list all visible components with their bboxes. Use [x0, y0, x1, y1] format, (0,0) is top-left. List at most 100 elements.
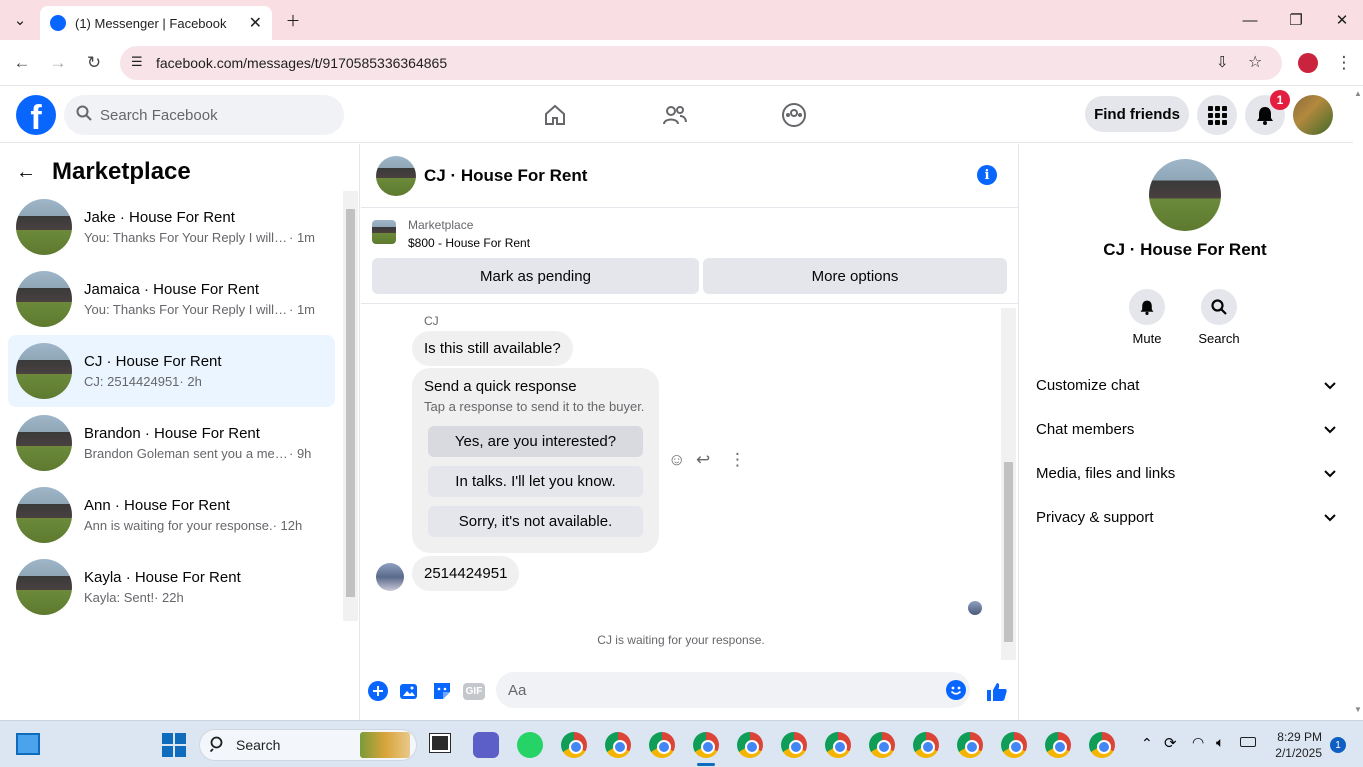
chrome-profile-icon[interactable]	[957, 732, 983, 758]
chrome-profile-icon[interactable]	[913, 732, 939, 758]
back-icon[interactable]: ←	[9, 50, 35, 76]
sender-avatar[interactable]	[376, 563, 404, 591]
taskbar-clock[interactable]: 8:29 PM 2/1/2025	[1270, 729, 1322, 761]
notification-count-badge[interactable]: 1	[1330, 737, 1346, 753]
search-in-conversation-button[interactable]: Search	[1189, 289, 1249, 346]
chrome-profile-icon[interactable]	[1001, 732, 1027, 758]
facebook-header: f Search Facebook Find friends 1	[0, 87, 1353, 143]
chat-members-section[interactable]: Chat members	[1036, 407, 1336, 451]
volume-icon[interactable]: 🔈︎	[1216, 734, 1224, 751]
chat-title[interactable]: CJ · House For Rent	[424, 166, 587, 186]
more-options-button[interactable]: More options	[703, 258, 1007, 294]
privacy-support-section[interactable]: Privacy & support	[1036, 495, 1336, 539]
page-scrollbar[interactable]: ▲ ▼	[1353, 87, 1363, 720]
scrollbar-thumb[interactable]	[1004, 462, 1013, 642]
new-tab-icon[interactable]: ＋	[270, 0, 316, 40]
groups-icon[interactable]	[778, 99, 810, 131]
conversation-preview: CJ: 2514424951	[84, 374, 180, 389]
search-icon	[76, 105, 92, 125]
wifi-icon[interactable]: ◠	[1192, 734, 1204, 751]
message-composer: GIF Aa	[361, 670, 1019, 714]
widgets-icon[interactable]	[16, 733, 40, 755]
like-thumbs-up-icon[interactable]	[985, 680, 1009, 704]
plus-icon[interactable]	[367, 680, 389, 702]
media-files-links-section[interactable]: Media, files and links	[1036, 451, 1336, 495]
chrome-profile-icon[interactable]	[649, 732, 675, 758]
quick-reply-not-available[interactable]: Sorry, it's not available.	[428, 506, 643, 537]
tab-search-icon[interactable]: ⌄	[0, 0, 40, 40]
chrome-active-icon[interactable]	[693, 732, 719, 758]
conversation-item[interactable]: Kayla · House For Rent Kayla: Sent! · 22h	[8, 551, 335, 623]
message-input[interactable]: Aa	[496, 672, 970, 708]
facebook-search-input[interactable]: Search Facebook	[64, 95, 344, 135]
sticker-icon[interactable]	[431, 680, 453, 702]
mute-button[interactable]: Mute	[1117, 289, 1177, 346]
chrome-profile-icon[interactable]	[605, 732, 631, 758]
conversation-item-selected[interactable]: CJ · House For Rent CJ: 2514424951 · 2h	[8, 335, 335, 407]
contact-avatar[interactable]	[1149, 159, 1221, 231]
browser-menu-icon[interactable]: ⋮	[1331, 50, 1357, 76]
task-view-icon[interactable]	[429, 733, 451, 753]
whatsapp-icon[interactable]	[517, 732, 543, 758]
chrome-profile-icon[interactable]	[1045, 732, 1071, 758]
quick-reply-in-talks[interactable]: In talks. I'll let you know.	[428, 466, 643, 497]
start-windows-icon[interactable]	[162, 733, 186, 757]
tray-chevron-up-icon[interactable]: ⌃	[1141, 735, 1153, 752]
scroll-up-arrow-icon[interactable]: ▲	[1354, 89, 1362, 98]
chrome-profile-icon[interactable]	[781, 732, 807, 758]
minimize-icon[interactable]: —	[1227, 0, 1273, 40]
sync-icon[interactable]: ⟳	[1164, 734, 1177, 752]
back-arrow-icon[interactable]: ←	[16, 161, 36, 184]
listing-thumbnail[interactable]	[372, 220, 396, 244]
gif-icon[interactable]: GIF	[462, 680, 486, 702]
photo-icon[interactable]	[399, 680, 421, 702]
close-window-icon[interactable]: ✕	[1319, 0, 1363, 40]
conversation-item[interactable]: Jake · House For Rent You: Thanks For Yo…	[8, 191, 335, 263]
home-icon[interactable]	[539, 99, 571, 131]
address-bar[interactable]: ☰ facebook.com/messages/t/91705853363648…	[120, 46, 1282, 80]
conversation-item[interactable]: Jamaica · House For Rent You: Thanks For…	[8, 263, 335, 335]
listing-title[interactable]: $800 - House For Rent	[408, 236, 530, 250]
more-actions-icon[interactable]: ⋮	[729, 450, 746, 470]
facebook-logo[interactable]: f	[16, 95, 56, 135]
browser-tab[interactable]: (1) Messenger | Facebook ✕	[40, 6, 272, 40]
mark-as-pending-button[interactable]: Mark as pending	[372, 258, 699, 294]
install-app-icon[interactable]: ⇩	[1216, 53, 1229, 71]
taskbar-search[interactable]: Search	[199, 729, 417, 761]
profile-icon[interactable]	[1298, 53, 1318, 73]
message-bubble[interactable]: 2514424951	[412, 556, 520, 591]
find-friends-button[interactable]: Find friends	[1085, 96, 1189, 132]
reload-icon[interactable]: ↻	[81, 50, 107, 76]
quick-reply-interested[interactable]: Yes, are you interested?	[428, 426, 643, 457]
teams-icon[interactable]	[473, 732, 499, 758]
battery-icon[interactable]	[1240, 737, 1256, 747]
emoji-icon[interactable]	[946, 680, 966, 704]
friends-icon[interactable]	[659, 99, 691, 131]
chrome-profile-icon[interactable]	[737, 732, 763, 758]
chrome-profile-icon[interactable]	[561, 732, 587, 758]
bookmark-star-icon[interactable]: ☆	[1248, 52, 1262, 72]
customize-chat-section[interactable]: Customize chat	[1036, 363, 1336, 407]
forward-icon[interactable]: →	[45, 50, 71, 76]
chrome-profile-icon[interactable]	[825, 732, 851, 758]
chat-avatar[interactable]	[376, 155, 416, 196]
account-avatar[interactable]	[1293, 95, 1333, 135]
maximize-icon[interactable]: ❐	[1273, 0, 1319, 40]
conversation-item[interactable]: Brandon · House For Rent Brandon Goleman…	[8, 407, 335, 479]
site-info-icon[interactable]: ☰	[131, 54, 143, 70]
tab-close-icon[interactable]: ✕	[249, 13, 262, 33]
conversation-list-scrollbar[interactable]	[343, 191, 358, 621]
scroll-down-arrow-icon[interactable]: ▼	[1354, 705, 1362, 714]
info-icon[interactable]: i	[977, 165, 997, 185]
menu-grid-icon[interactable]	[1197, 95, 1237, 135]
reply-icon[interactable]: ↩	[696, 450, 710, 470]
scrollbar-thumb[interactable]	[346, 209, 355, 597]
chrome-profile-icon[interactable]	[869, 732, 895, 758]
thread-scrollbar[interactable]	[1001, 308, 1016, 660]
conversation-preview: Ann is waiting for your response.	[84, 518, 273, 533]
message-bubble[interactable]: Is this still available?	[412, 331, 573, 366]
conversation-item[interactable]: Ann · House For Rent Ann is waiting for …	[8, 479, 335, 551]
conversation-preview: Kayla: Sent!	[84, 590, 155, 605]
react-emoji-icon[interactable]: ☺	[668, 450, 685, 470]
chrome-profile-icon[interactable]	[1089, 732, 1115, 758]
